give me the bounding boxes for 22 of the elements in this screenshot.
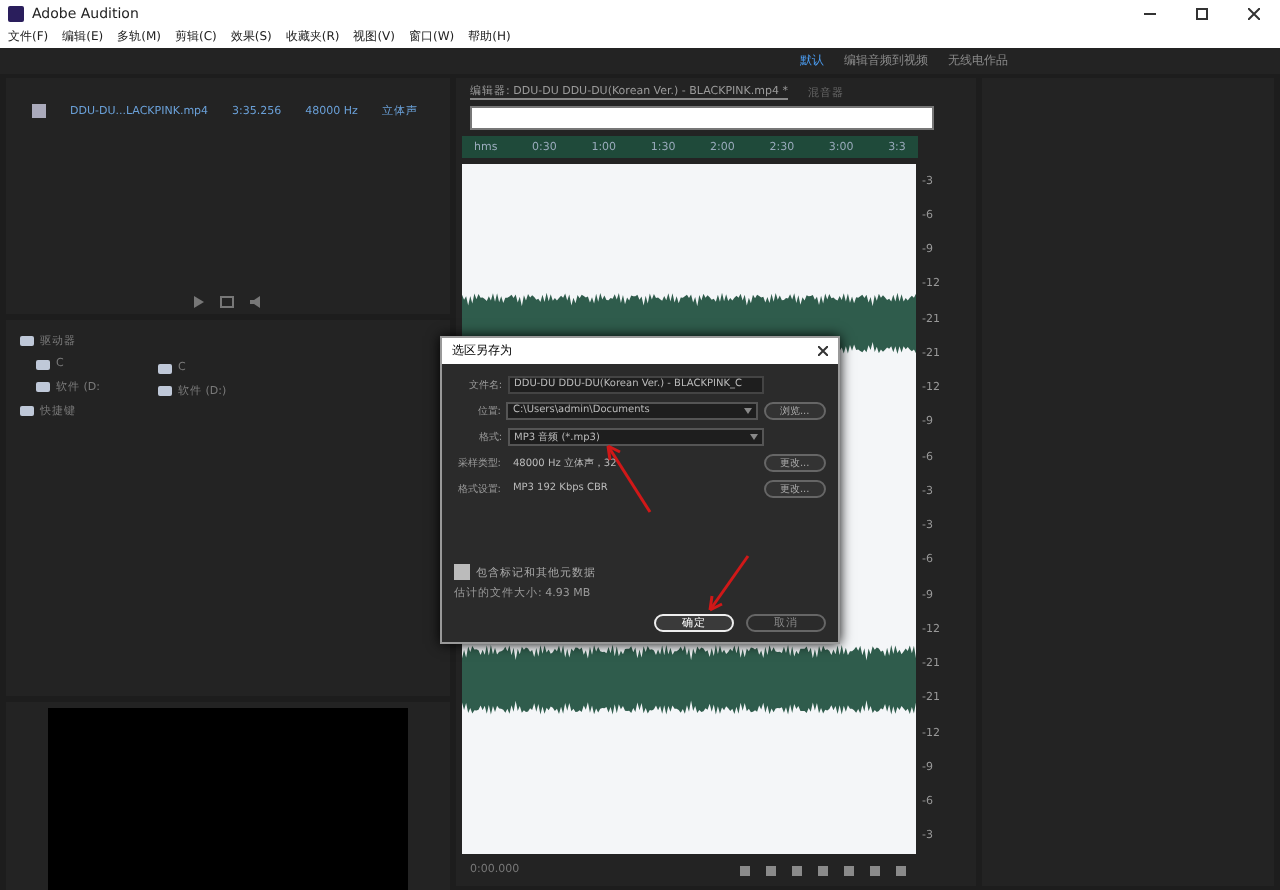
transport-icon[interactable]: [740, 865, 750, 875]
loop-icon[interactable]: [219, 296, 233, 308]
close-icon[interactable]: [1248, 7, 1260, 19]
transport-icon[interactable]: [792, 865, 802, 875]
transport-icon[interactable]: [818, 865, 828, 875]
app-logo-icon: [8, 5, 24, 21]
caret-icon: [743, 407, 752, 413]
close-icon[interactable]: [818, 346, 828, 356]
transport-icon[interactable]: [896, 865, 906, 875]
transport-icon[interactable]: [766, 865, 776, 875]
file-icon: [32, 104, 46, 118]
transport-icon[interactable]: [844, 865, 854, 875]
overview-bar[interactable]: [470, 106, 934, 130]
transport-icon[interactable]: [870, 865, 880, 875]
annotation-arrow: [604, 442, 652, 514]
minimize-icon[interactable]: [1144, 7, 1156, 19]
checkbox[interactable]: [454, 564, 470, 580]
annotation-arrow: [706, 554, 750, 614]
maximize-icon[interactable]: [1196, 7, 1208, 19]
play-icon[interactable]: [193, 296, 203, 308]
caret-icon: [750, 433, 758, 439]
speaker-icon[interactable]: [249, 296, 263, 308]
